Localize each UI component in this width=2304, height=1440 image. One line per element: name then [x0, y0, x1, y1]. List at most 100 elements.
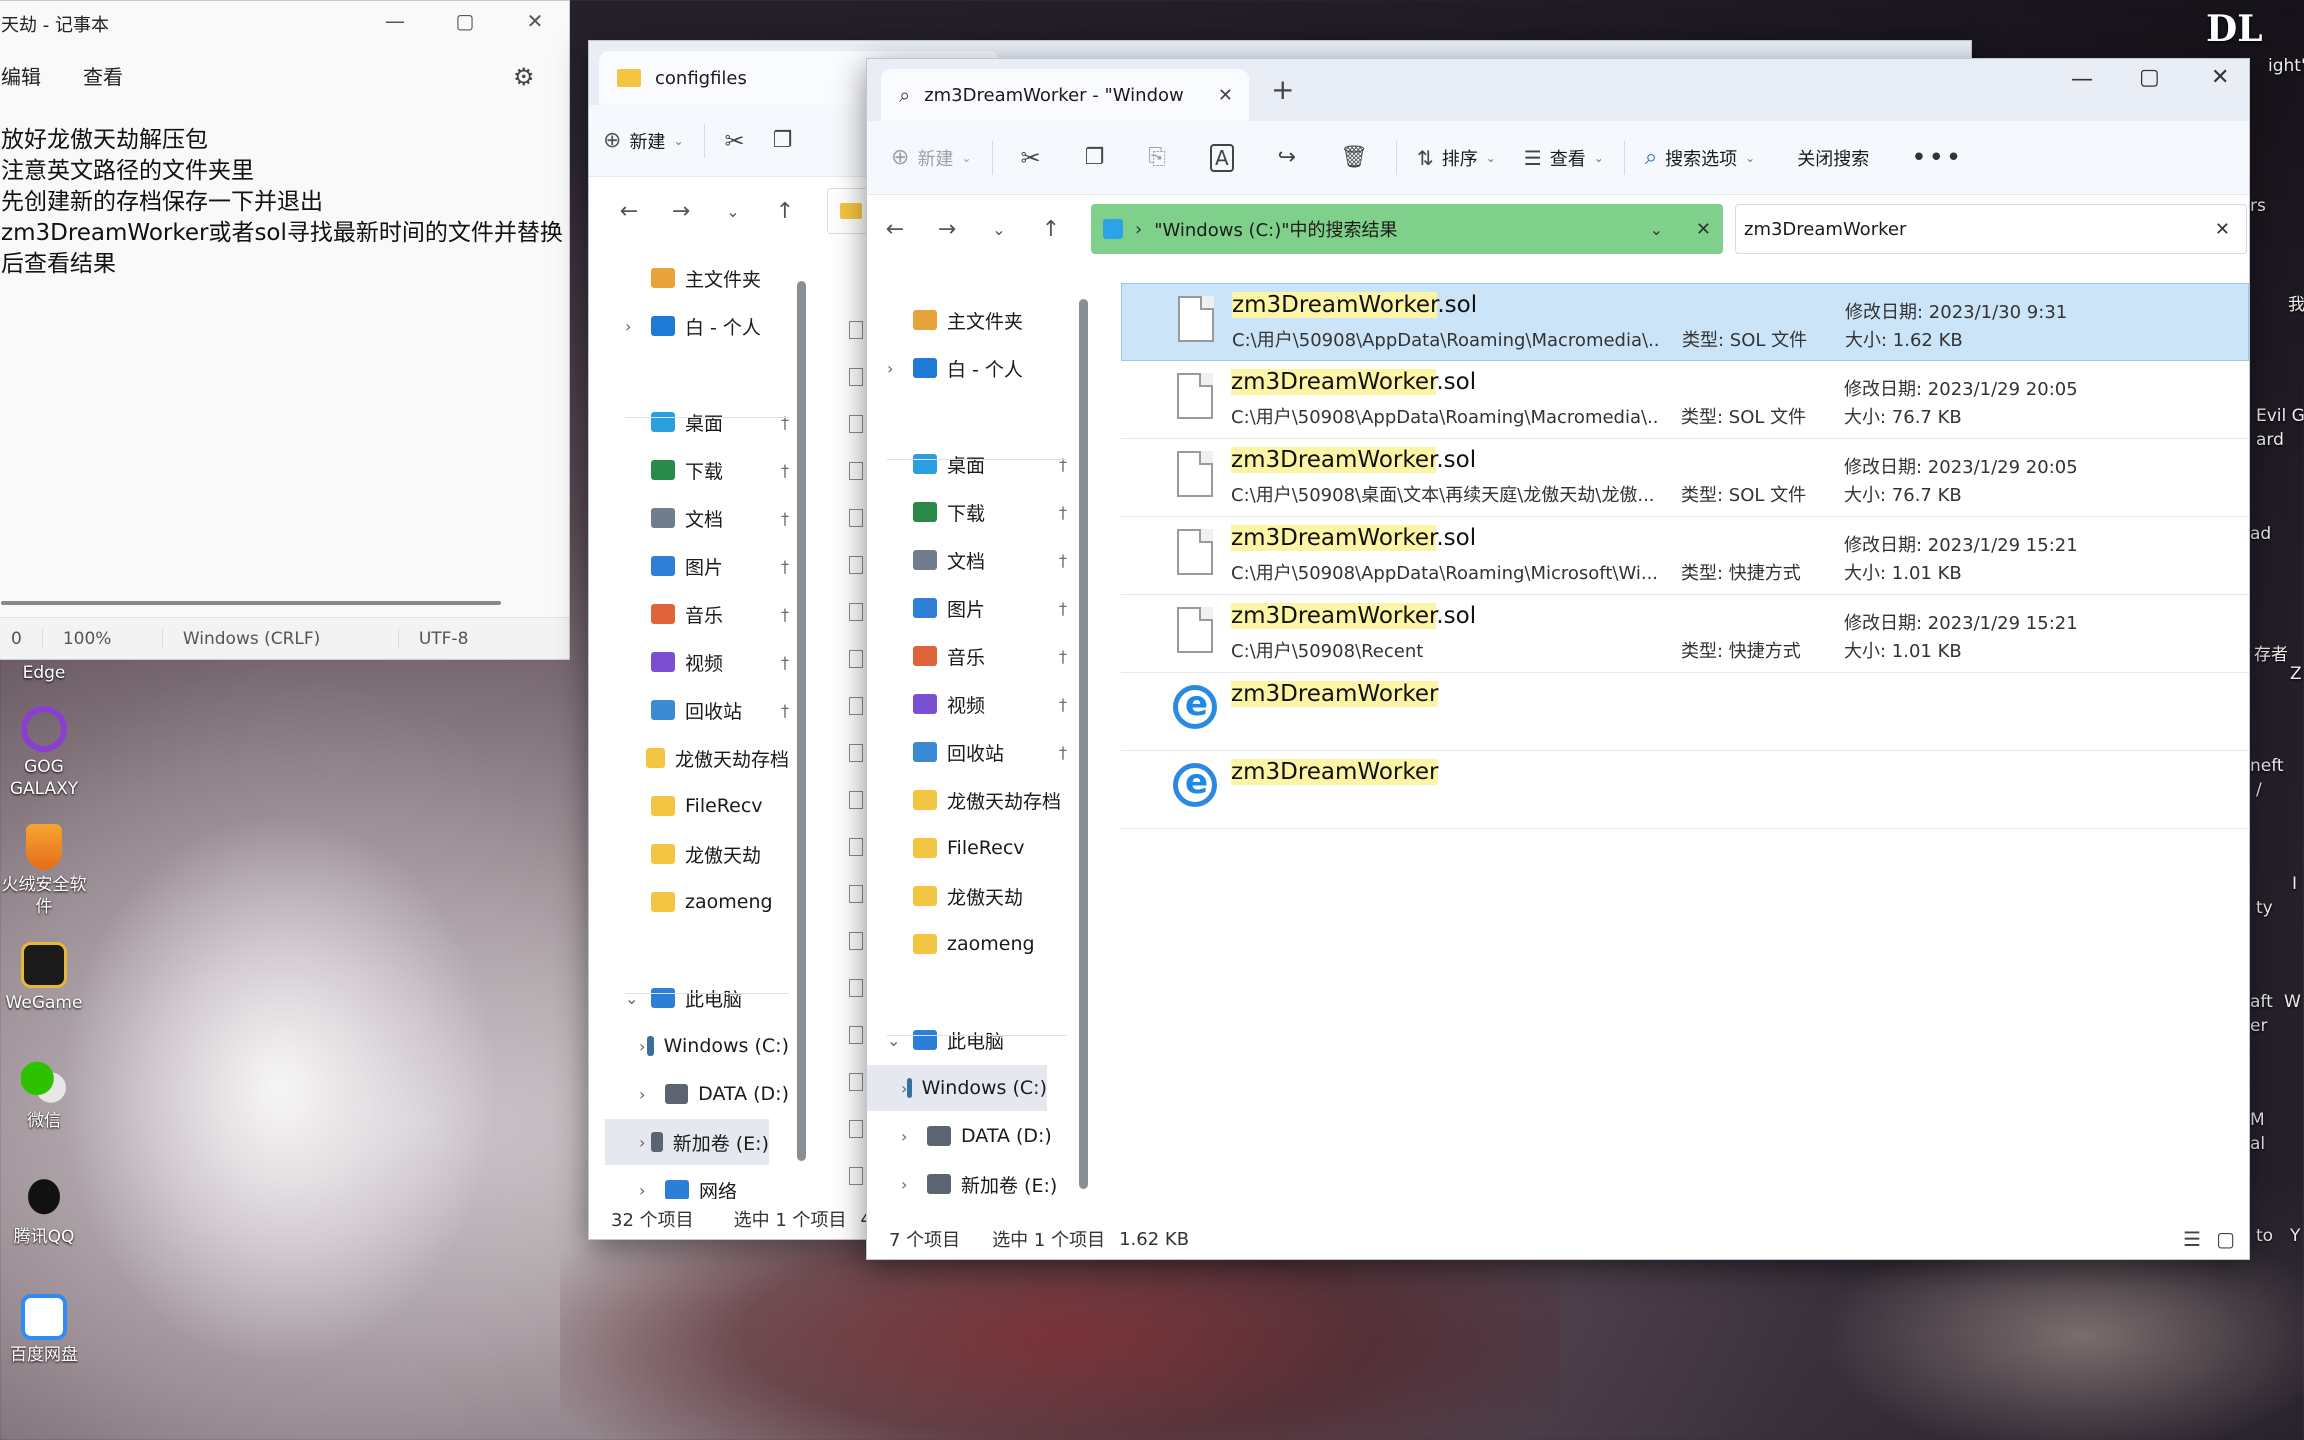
nav-item-cn-5[interactable]: 图片 † [625, 543, 789, 589]
view-button[interactable]: ☰ 查看 ⌄ [1510, 121, 1618, 194]
address-clear-icon[interactable]: ✕ [1696, 219, 1711, 240]
sort-button[interactable]: ⇅ 排序 ⌄ [1403, 121, 1510, 194]
chevron-right-icon[interactable]: › [639, 1085, 665, 1104]
clear-search-icon[interactable]: ✕ [2215, 219, 2230, 240]
nav-item-cn-3[interactable]: 下载 † [625, 447, 789, 493]
rename-button[interactable]: A [1188, 121, 1256, 194]
cut-button[interactable]: ✂ [711, 105, 759, 176]
menu-view[interactable]: 查看 [83, 61, 123, 90]
recent-chevron-icon[interactable]: ⌄ [707, 202, 759, 221]
search-input[interactable]: zm3DreamWorker [1744, 219, 1906, 240]
close-button[interactable]: ✕ [515, 9, 555, 33]
back-arrow-icon[interactable]: ← [603, 199, 655, 224]
search-options-button[interactable]: ⌕ 搜索选项 ⌄ [1631, 121, 1769, 194]
forward-arrow-icon[interactable]: → [921, 217, 973, 242]
minimize-button[interactable]: — [2071, 67, 2093, 92]
desktop-icon-edge[interactable]: Edge [0, 662, 92, 684]
desktop-icon-wegame[interactable]: WeGame [0, 942, 92, 1014]
menu-edit[interactable]: 编辑 [1, 61, 41, 90]
back-arrow-icon[interactable]: ← [869, 217, 921, 242]
up-arrow-icon[interactable]: ↑ [1025, 217, 1077, 242]
chevron-right-icon[interactable]: › [639, 1181, 665, 1200]
nav-item-data-d[interactable]: › DATA (D:) [625, 1071, 789, 1117]
new-tab-button[interactable]: + [1271, 73, 1294, 106]
new-button[interactable]: ⊕ 新建 ⌄ [877, 121, 986, 194]
notepad-window[interactable]: 天劫 - 记事本 — ▢ ✕ 编辑 查看 ⚙ 放好龙傲天劫解压包 注意英文路径的… [0, 0, 570, 660]
paste-button[interactable]: ⎘ [1126, 121, 1188, 194]
nav-item-cn-6[interactable]: 音乐 † [887, 633, 1067, 679]
nav-item-e[interactable]: › 新加卷 (E:) [605, 1119, 769, 1165]
nav-item-cn-6[interactable]: 音乐 † [625, 591, 789, 637]
details-view-icon[interactable]: ☰ [2183, 1227, 2201, 1251]
tiles-view-icon[interactable]: ▢ [2216, 1227, 2235, 1251]
nav-item-windows-c[interactable]: › Windows (C:) [625, 1023, 789, 1069]
search-result-row[interactable]: zm3DreamWorker.sol C:\用户\50908\AppData\Ro… [1121, 361, 2249, 439]
nav-item-cn-13[interactable]: ⌄ 此电脑 [625, 975, 789, 1021]
nav-item-filerecv[interactable]: FileRecv [887, 825, 1067, 871]
maximize-button[interactable]: ▢ [2139, 65, 2160, 90]
search-box[interactable]: zm3DreamWorker ✕ [1735, 204, 2247, 254]
nav-item-filerecv[interactable]: FileRecv [625, 783, 789, 829]
more-options-button[interactable]: ••• [1897, 121, 1977, 194]
nav-item-cn-3[interactable]: 下载 † [887, 489, 1067, 535]
nav-item-cn-1[interactable]: › 白 - 个人 [887, 345, 1067, 391]
nav-item-zaomeng[interactable]: zaomeng [887, 921, 1067, 967]
recent-chevron-icon[interactable]: ⌄ [973, 220, 1025, 239]
nav-item-cn-2[interactable]: 桌面 † [625, 399, 789, 445]
desktop-icon-wechat[interactable]: 微信 [0, 1060, 92, 1132]
nav-item-cn-13[interactable]: ⌄ 此电脑 [887, 1017, 1067, 1063]
nav-item-cn-8[interactable]: 回收站 † [625, 687, 789, 733]
nav-item-zaomeng[interactable]: zaomeng [625, 879, 789, 925]
nav-item-cn-8[interactable]: 回收站 † [887, 729, 1067, 775]
nav-item-data-d[interactable]: › DATA (D:) [887, 1113, 1067, 1159]
address-bar[interactable]: › "Windows (C:)"中的搜索结果 ⌄ ✕ [1091, 204, 1723, 254]
tab-search-results[interactable]: ⌕ zm3DreamWorker - "Window ✕ [881, 69, 1249, 121]
chevron-right-icon[interactable]: › [625, 317, 651, 336]
search-result-row[interactable]: zm3DreamWorker.sol C:\用户\50908\Recent 类型: … [1121, 595, 2249, 673]
nav-item-e[interactable]: › 新加卷 (E:) [887, 1161, 1067, 1207]
address-dropdown-icon[interactable]: ⌄ [1650, 220, 1663, 239]
nav-item-cn-0[interactable]: 主文件夹 [887, 297, 1067, 343]
search-result-row[interactable]: zm3DreamWorker.sol C:\用户\50908\AppData\Ro… [1121, 517, 2249, 595]
horizontal-scrollbar[interactable] [1, 601, 501, 605]
close-search-button[interactable]: 关闭搜索 [1769, 121, 1897, 194]
nav-item-cn-11[interactable]: 龙傲天劫 [887, 873, 1067, 919]
search-result-row[interactable]: zm3DreamWorker [1121, 673, 2249, 751]
gear-icon[interactable]: ⚙ [513, 63, 535, 91]
chevron-right-icon[interactable]: › [887, 359, 913, 378]
copy-button[interactable]: ❐ [1063, 121, 1127, 194]
new-button[interactable]: ⊕ 新建 ⌄ [589, 105, 698, 176]
share-button[interactable]: ↪ [1256, 121, 1318, 194]
chevron-right-icon[interactable]: › [901, 1127, 927, 1146]
minimize-button[interactable]: — [375, 9, 415, 33]
desktop-icon-qq[interactable]: 腾讯QQ [0, 1176, 92, 1248]
chevron-right-icon[interactable]: ⌄ [625, 989, 651, 1008]
nav-item-cn-4[interactable]: 文档 † [887, 537, 1067, 583]
nav-item-cn-9[interactable]: 龙傲天劫存档 [625, 735, 789, 781]
nav-item-cn-7[interactable]: 视频 † [887, 681, 1067, 727]
nav-scrollbar[interactable] [1079, 299, 1088, 1189]
nav-item-cn-2[interactable]: 桌面 † [887, 441, 1067, 487]
delete-button[interactable]: 🗑 [1318, 121, 1390, 194]
nav-item-windows-c[interactable]: › Windows (C:) [867, 1065, 1047, 1111]
notepad-text-area[interactable]: 放好龙傲天劫解压包 注意英文路径的文件夹里 先创建新的存档保存一下并退出 zm3… [0, 103, 569, 603]
search-result-row[interactable]: zm3DreamWorker.sol C:\用户\50908\桌面\文本\再续天庭… [1121, 439, 2249, 517]
desktop-icon-gog[interactable]: GOG GALAXY [0, 706, 92, 800]
close-tab-icon[interactable]: ✕ [1218, 85, 1233, 106]
explorer-window-search[interactable]: ⌕ zm3DreamWorker - "Window ✕ + — ▢ ✕ ⊕ 新… [866, 58, 2250, 1260]
copy-button[interactable]: ❐ [759, 105, 807, 176]
nav-item-cn-1[interactable]: › 白 - 个人 [625, 303, 789, 349]
nav-item-cn-7[interactable]: 视频 † [625, 639, 789, 685]
nav-item-cn-11[interactable]: 龙傲天劫 [625, 831, 789, 877]
maximize-button[interactable]: ▢ [445, 9, 485, 33]
cut-button[interactable]: ✂ [999, 121, 1063, 194]
chevron-right-icon[interactable]: ⌄ [887, 1031, 913, 1050]
chevron-right-icon[interactable]: › [901, 1175, 927, 1194]
search-result-row[interactable]: zm3DreamWorker.sol C:\用户\50908\AppData\Ro… [1121, 283, 2249, 361]
desktop-icon-baidu-netdisk[interactable]: 百度网盘 [0, 1294, 92, 1366]
nav-scrollbar[interactable] [797, 281, 806, 1161]
nav-item-cn-4[interactable]: 文档 † [625, 495, 789, 541]
desktop-icon-huorong[interactable]: 火绒安全软件 [0, 824, 92, 918]
close-button[interactable]: ✕ [2211, 65, 2229, 90]
forward-arrow-icon[interactable]: → [655, 199, 707, 224]
